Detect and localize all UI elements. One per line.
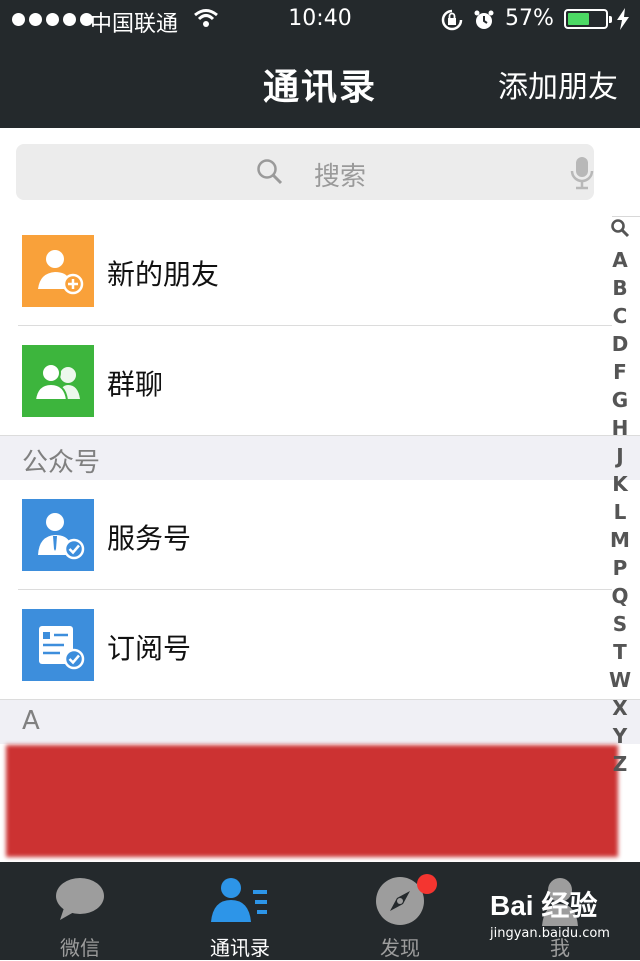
list-item-label: 群聊 xyxy=(107,368,164,401)
top-bar: 中国联通 10:40 57% 通讯录 添加朋友 xyxy=(0,0,640,128)
add-friend-button[interactable]: 添加朋友 xyxy=(498,62,618,106)
index-letter-k[interactable]: K xyxy=(604,470,636,498)
index-letter-a[interactable]: A xyxy=(604,246,636,274)
status-bar: 中国联通 10:40 57% xyxy=(0,0,640,40)
index-letter-z[interactable]: Z xyxy=(604,750,636,778)
index-letter-l[interactable]: L xyxy=(604,498,636,526)
index-letter-g[interactable]: G xyxy=(604,386,636,414)
alphabet-index[interactable]: ABCDFGHJKLMPQSTWXYZ xyxy=(604,216,636,778)
search-placeholder: 搜索 xyxy=(314,162,367,192)
index-letter-j[interactable]: J xyxy=(604,442,636,470)
baidu-watermark: Bai 经验 jingyan.baidu.com xyxy=(490,884,610,941)
index-letter-f[interactable]: F xyxy=(604,358,636,386)
contacts-icon xyxy=(211,876,269,928)
tab-contacts[interactable]: 通讯录 xyxy=(160,862,320,960)
list-item-label: 订阅号 xyxy=(107,632,192,665)
charging-icon xyxy=(616,8,630,36)
list-item-service-accounts[interactable]: 服务号 xyxy=(0,480,612,590)
index-letters: ABCDFGHJKLMPQSTWXYZ xyxy=(604,246,636,778)
tab-discover[interactable]: 发现 xyxy=(320,862,480,960)
search-icon xyxy=(256,158,284,190)
list-item-label: 新的朋友 xyxy=(107,258,220,291)
battery-percent: 57% xyxy=(505,6,554,31)
tab-label: 通讯录 xyxy=(210,936,270,960)
alarm-icon xyxy=(473,9,495,37)
watermark-url: jingyan.baidu.com xyxy=(490,926,610,941)
tab-chats[interactable]: 微信 xyxy=(0,862,160,960)
index-letter-y[interactable]: Y xyxy=(604,722,636,750)
search-input[interactable]: 搜索 xyxy=(16,144,594,200)
section-header-label: A xyxy=(22,706,40,736)
index-letter-w[interactable]: W xyxy=(604,666,636,694)
index-letter-p[interactable]: P xyxy=(604,554,636,582)
list-item-new-friends[interactable]: 新的朋友 xyxy=(0,216,612,326)
tab-label: 发现 xyxy=(380,936,420,960)
search-area: 搜索 xyxy=(0,128,640,217)
watermark-brand: Bai 经验 xyxy=(490,890,598,921)
new-friend-icon xyxy=(22,235,94,307)
redacted-contact-row[interactable] xyxy=(6,745,618,857)
tab-label: 微信 xyxy=(60,936,100,960)
notification-badge xyxy=(417,874,437,894)
index-letter-m[interactable]: M xyxy=(604,526,636,554)
chat-bubble-icon xyxy=(54,876,106,928)
index-letter-s[interactable]: S xyxy=(604,610,636,638)
microphone-icon[interactable] xyxy=(570,156,594,194)
group-chat-icon xyxy=(22,345,94,417)
index-letter-d[interactable]: D xyxy=(604,330,636,358)
battery-icon xyxy=(564,9,612,29)
search-icon[interactable] xyxy=(604,218,636,242)
index-letter-q[interactable]: Q xyxy=(604,582,636,610)
section-header-public-accounts: 公众号 xyxy=(0,435,640,480)
rotation-lock-icon xyxy=(440,9,464,37)
index-letter-t[interactable]: T xyxy=(604,638,636,666)
section-header-a: A xyxy=(0,699,640,744)
index-letter-b[interactable]: B xyxy=(604,274,636,302)
index-letter-c[interactable]: C xyxy=(604,302,636,330)
section-header-label: 公众号 xyxy=(22,448,101,478)
index-letter-x[interactable]: X xyxy=(604,694,636,722)
list-item-label: 服务号 xyxy=(107,522,192,555)
service-account-icon xyxy=(22,499,94,571)
index-letter-h[interactable]: H xyxy=(604,414,636,442)
list-item-group-chat[interactable]: 群聊 xyxy=(0,326,612,436)
list-item-subscription-accounts[interactable]: 订阅号 xyxy=(0,590,612,700)
subscription-account-icon xyxy=(22,609,94,681)
